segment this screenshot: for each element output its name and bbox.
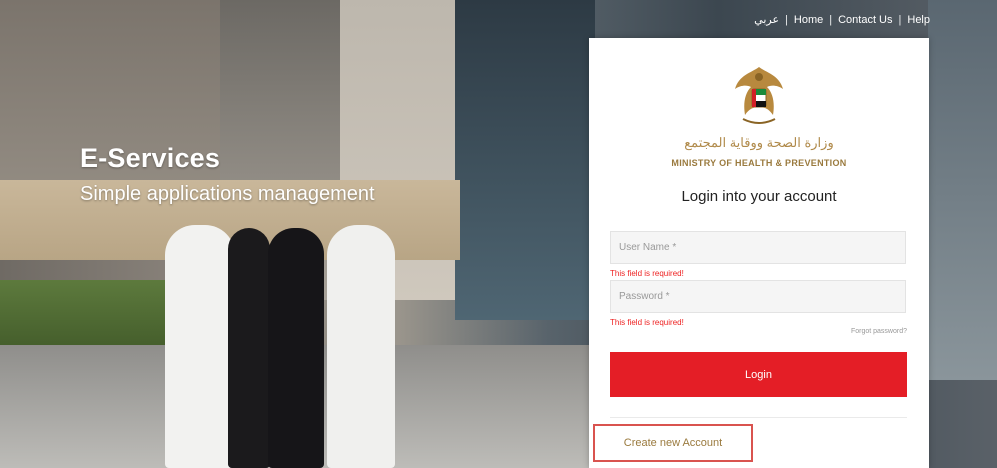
emblem-icon <box>735 67 783 124</box>
separator: | <box>829 13 833 26</box>
separator: | <box>898 13 902 26</box>
ministry-name-arabic: وزارة الصحة ووقاية المجتمع <box>684 135 834 150</box>
login-button[interactable]: Login <box>610 352 907 397</box>
create-account-label: Create new Account <box>623 437 723 449</box>
username-error: This field is required! <box>610 269 684 278</box>
hero-title: E-Services <box>80 143 221 173</box>
help-link[interactable]: Help <box>907 14 930 26</box>
contact-us-link[interactable]: Contact Us <box>838 14 892 26</box>
forgot-password-link[interactable]: Forgot password? <box>851 328 907 335</box>
separator: | <box>785 13 788 26</box>
top-navigation: عربي | Home | Contact Us | Help <box>754 13 930 27</box>
username-field[interactable] <box>610 231 906 264</box>
create-account-link[interactable]: Create new Account <box>593 424 753 462</box>
divider <box>610 417 907 418</box>
password-field[interactable] <box>610 280 906 313</box>
language-link[interactable]: عربي <box>754 13 779 26</box>
hero-subtitle: Simple applications management <box>80 183 375 205</box>
password-error: This field is required! <box>610 318 684 327</box>
login-title: Login into your account <box>681 188 837 205</box>
login-card: وزارة الصحة ووقاية المجتمع MINISTRY OF H… <box>589 38 929 468</box>
home-link[interactable]: Home <box>794 14 823 26</box>
ministry-name-english: MINISTRY OF HEALTH & PREVENTION <box>671 158 847 168</box>
ministry-logo <box>589 63 929 134</box>
